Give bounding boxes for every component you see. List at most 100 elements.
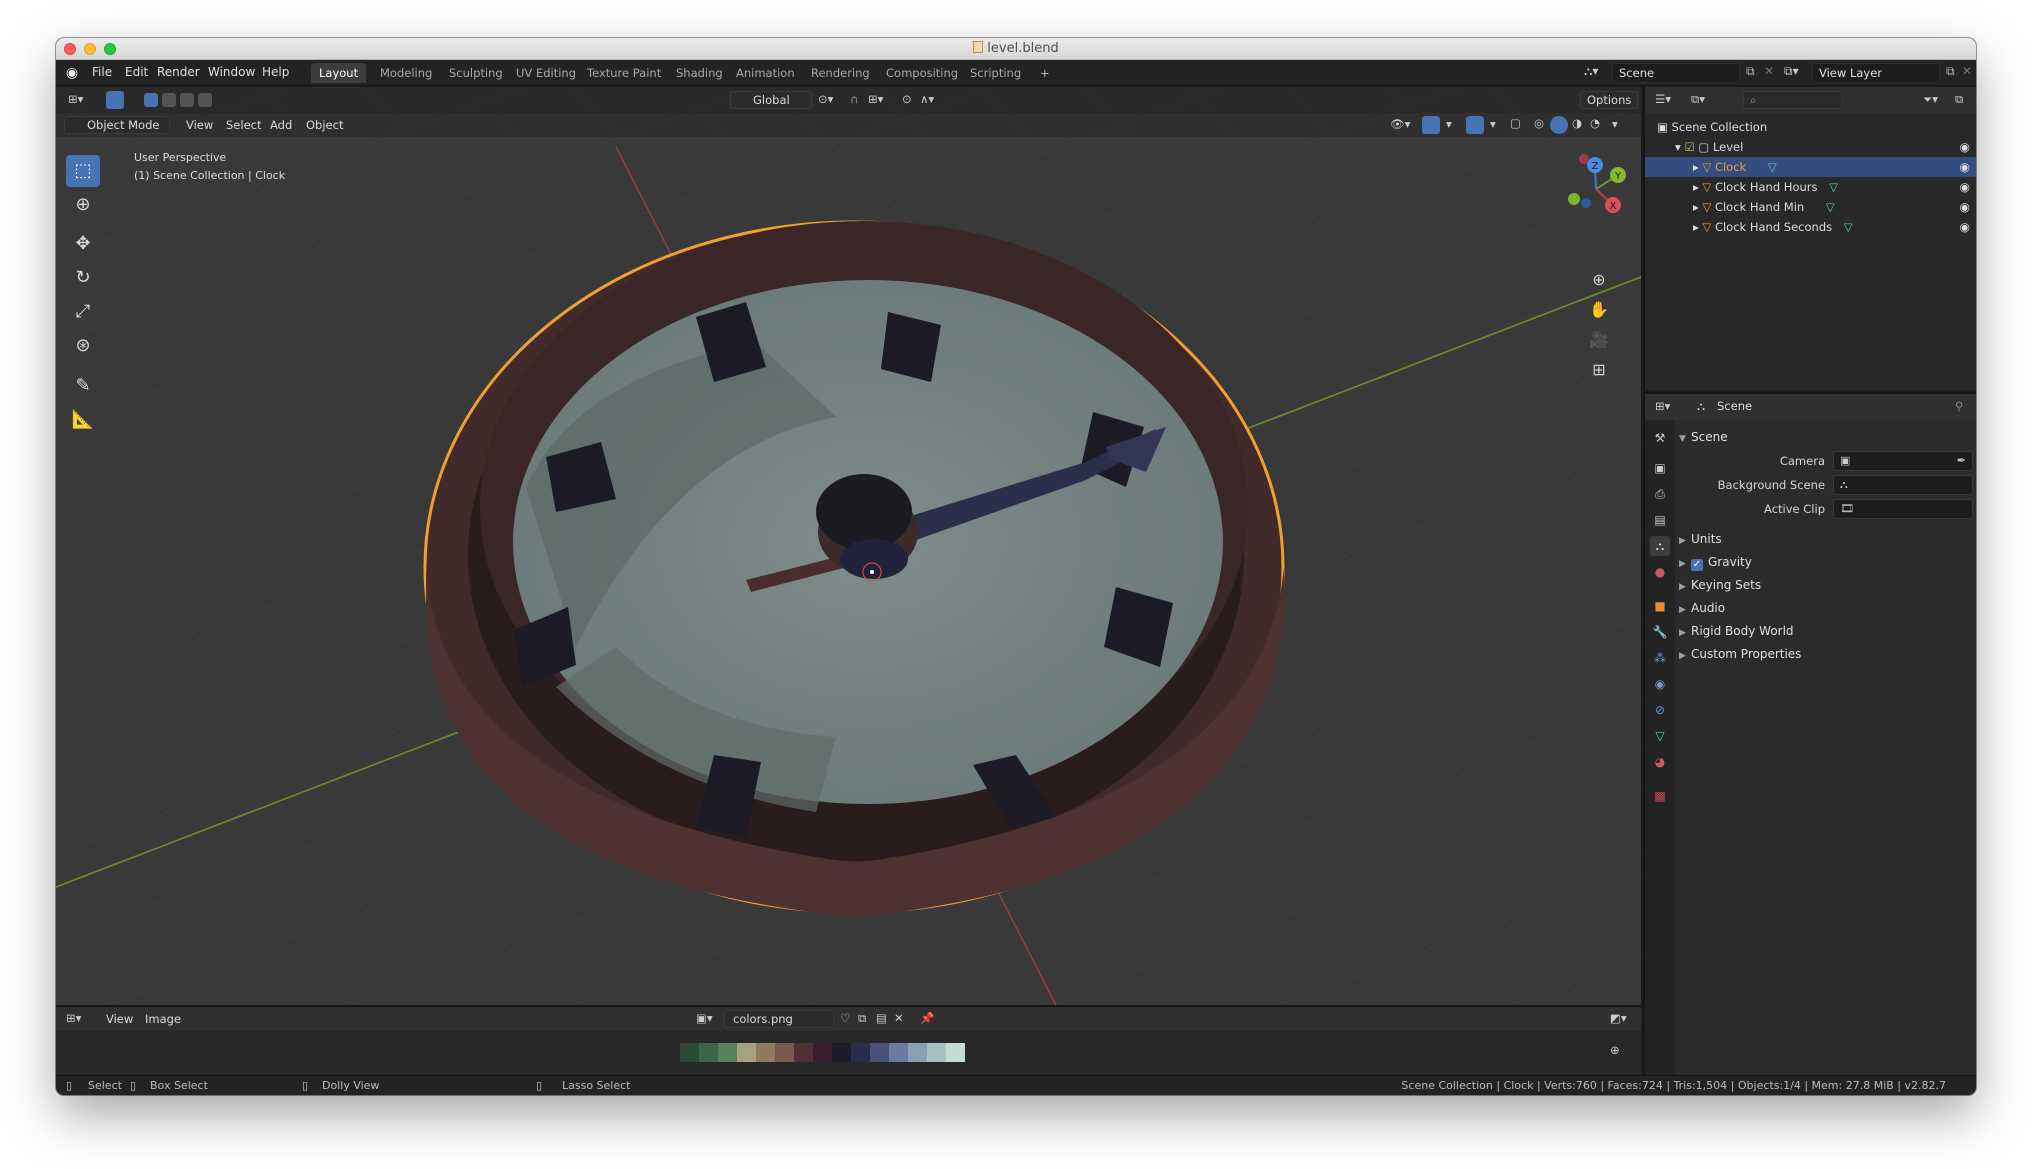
tab-scripting[interactable]: Scripting	[962, 63, 1029, 83]
scale-tool[interactable]: ⤢	[66, 296, 100, 328]
transform-orientation-dropdown[interactable]: Global	[730, 91, 812, 109]
view-layer-tab-icon[interactable]: ▤	[1650, 510, 1670, 530]
scene-tab-icon[interactable]: ⛬	[1650, 536, 1670, 556]
material-shading-icon[interactable]: ◑	[1572, 116, 1582, 130]
keying-sets-panel-header[interactable]: ▶ Keying Sets	[1679, 574, 1972, 596]
menu-add[interactable]: Add	[270, 118, 292, 132]
tab-sculpting[interactable]: Sculpting	[441, 63, 511, 83]
xray-icon[interactable]: ▢	[1510, 116, 1521, 130]
camera-view-icon[interactable]: 🎥	[1586, 327, 1612, 353]
outliner-scene-collection[interactable]: ▣ Scene Collection	[1645, 117, 1976, 137]
view-layer-selector[interactable]: View Layer	[1812, 63, 1940, 83]
new-collection-icon[interactable]: ⧉	[1955, 92, 1963, 107]
scene-browse-icon[interactable]: ⛬▾	[1584, 64, 1598, 79]
select-mode-subtract-icon[interactable]	[180, 93, 194, 107]
world-tab-icon[interactable]: ●	[1650, 562, 1670, 582]
new-image-icon[interactable]: ⧉	[858, 1011, 866, 1026]
menu-object[interactable]: Object	[306, 118, 343, 132]
image-editor-type-icon[interactable]: ⊞▾	[66, 1011, 81, 1025]
render-tab-icon[interactable]: ▣	[1650, 458, 1670, 478]
select-mode-extend-icon[interactable]	[162, 93, 176, 107]
active-clip-field[interactable]: 🎞	[1833, 499, 1973, 519]
select-box-tool[interactable]: ⬚	[66, 155, 100, 187]
wireframe-shading-icon[interactable]: ◎	[1534, 116, 1544, 130]
overlays-dropdown-icon[interactable]: ▾	[1490, 117, 1496, 131]
snap-target-icon[interactable]: ⊞▾	[868, 92, 883, 106]
tab-texture-paint[interactable]: Texture Paint	[579, 63, 669, 83]
mesh-data-icon[interactable]: ▽	[1829, 180, 1838, 194]
rigid-body-world-panel-header[interactable]: ▶ Rigid Body World	[1679, 620, 1972, 642]
rotate-tool[interactable]: ↻	[66, 262, 100, 294]
eye-icon[interactable]: ◉	[1960, 137, 1970, 157]
gizmo-dropdown-icon[interactable]: ▾	[1446, 117, 1452, 131]
viewport-canvas[interactable]	[56, 87, 1641, 1005]
properties-type-icon[interactable]: ⊞▾	[1655, 399, 1670, 413]
new-view-layer-icon[interactable]: ⧉	[1946, 64, 1955, 79]
outliner-search-input[interactable]: ⌕	[1743, 91, 1843, 109]
outliner-item-clock-hand-min[interactable]: ▸ ▽ Clock Hand Min ▽ ◉	[1645, 197, 1976, 217]
physics-tab-icon[interactable]: ◉	[1650, 674, 1670, 694]
navigation-gizmo[interactable]: Y X Z	[1556, 147, 1636, 227]
snap-icon[interactable]: ∩	[850, 92, 858, 106]
scene-selector[interactable]: Scene	[1612, 63, 1740, 83]
zoom-icon[interactable]: ⊕	[1586, 267, 1612, 293]
scene-panel-header[interactable]: ▼ Scene	[1679, 426, 1972, 448]
display-mode-icon[interactable]: ⧉▾	[1691, 92, 1705, 107]
mesh-data-icon[interactable]: ▽	[1826, 200, 1835, 214]
overlays-toggle-icon[interactable]	[1466, 116, 1484, 134]
eye-icon[interactable]: ◉	[1960, 197, 1970, 217]
custom-properties-panel-header[interactable]: ▶ Custom Properties	[1679, 643, 1972, 665]
gizmo-toggle-icon[interactable]	[1422, 116, 1440, 134]
menu-help[interactable]: Help	[262, 65, 289, 79]
image-menu-image[interactable]: Image	[145, 1012, 181, 1026]
mesh-data-tab-icon[interactable]: ▽	[1650, 726, 1670, 746]
tool-tab-icon[interactable]: ⚒	[1650, 428, 1670, 448]
tab-uv-editing[interactable]: UV Editing	[508, 63, 584, 83]
delete-scene-icon[interactable]: ✕	[1764, 64, 1774, 78]
filter-icon[interactable]: ⏷▾	[1923, 92, 1938, 107]
select-mode-intersect-icon[interactable]	[198, 93, 212, 107]
eye-icon[interactable]: ◉	[1960, 157, 1970, 177]
object-tab-icon[interactable]: ■	[1650, 596, 1670, 616]
visibility-icon[interactable]: 👁▾	[1390, 117, 1410, 131]
falloff-icon[interactable]: ∧▾	[920, 92, 934, 106]
open-image-icon[interactable]: ▤	[876, 1011, 887, 1025]
move-tool[interactable]: ✥	[66, 228, 100, 260]
select-tool-icon[interactable]	[106, 91, 124, 109]
delete-view-layer-icon[interactable]: ✕	[1962, 64, 1972, 78]
gravity-panel-header[interactable]: ▶ ✓ Gravity	[1679, 551, 1972, 573]
annotate-tool[interactable]: ✎	[66, 370, 100, 402]
gravity-checkbox[interactable]: ✓	[1691, 559, 1703, 571]
fake-user-icon[interactable]: ♡	[840, 1011, 850, 1025]
menu-file[interactable]: File	[92, 65, 112, 79]
menu-select[interactable]: Select	[226, 118, 261, 132]
image-browse-icon[interactable]: ▣▾	[696, 1011, 713, 1025]
transform-tool[interactable]: ⊛	[66, 330, 100, 362]
tab-shading[interactable]: Shading	[668, 63, 731, 83]
select-mode-new-icon[interactable]	[144, 93, 158, 107]
proportional-edit-icon[interactable]: ⊙	[902, 92, 912, 106]
outliner-collection-level[interactable]: ▾ ☑ ▢ Level ◉	[1645, 137, 1976, 157]
background-scene-field[interactable]: ⛬	[1833, 475, 1973, 495]
audio-panel-header[interactable]: ▶ Audio	[1679, 597, 1972, 619]
material-tab-icon[interactable]: ◕	[1650, 752, 1670, 772]
particles-tab-icon[interactable]: ⁂	[1650, 648, 1670, 668]
output-tab-icon[interactable]: ⎙	[1650, 484, 1670, 504]
options-dropdown[interactable]: Options	[1580, 91, 1638, 109]
image-zoom-icon[interactable]: ⊕	[1610, 1043, 1620, 1057]
rendered-shading-icon[interactable]: ◔	[1590, 116, 1600, 130]
unlink-image-icon[interactable]: ✕	[894, 1011, 904, 1025]
pin-icon[interactable]: 📌	[920, 1011, 934, 1025]
eye-icon[interactable]: ◉	[1960, 217, 1970, 237]
solid-shading-icon[interactable]	[1550, 116, 1568, 134]
outliner-item-clock-hand-seconds[interactable]: ▸ ▽ Clock Hand Seconds ▽ ◉	[1645, 217, 1976, 237]
outliner-item-clock[interactable]: ▸ ▽ Clock ▽ ◉	[1645, 157, 1976, 177]
object-mode-dropdown[interactable]: Object Mode	[64, 116, 170, 134]
image-name-field[interactable]: colors.png	[724, 1010, 834, 1028]
orthographic-toggle-icon[interactable]: ⊞	[1586, 357, 1612, 383]
constraints-tab-icon[interactable]: ⊘	[1650, 700, 1670, 720]
tab-compositing[interactable]: Compositing	[878, 63, 966, 83]
collection-checkbox-icon[interactable]: ☑	[1684, 140, 1694, 154]
image-display-mode-icon[interactable]: ◩▾	[1610, 1011, 1627, 1025]
outliner-item-clock-hand-hours[interactable]: ▸ ▽ Clock Hand Hours ▽ ◉	[1645, 177, 1976, 197]
